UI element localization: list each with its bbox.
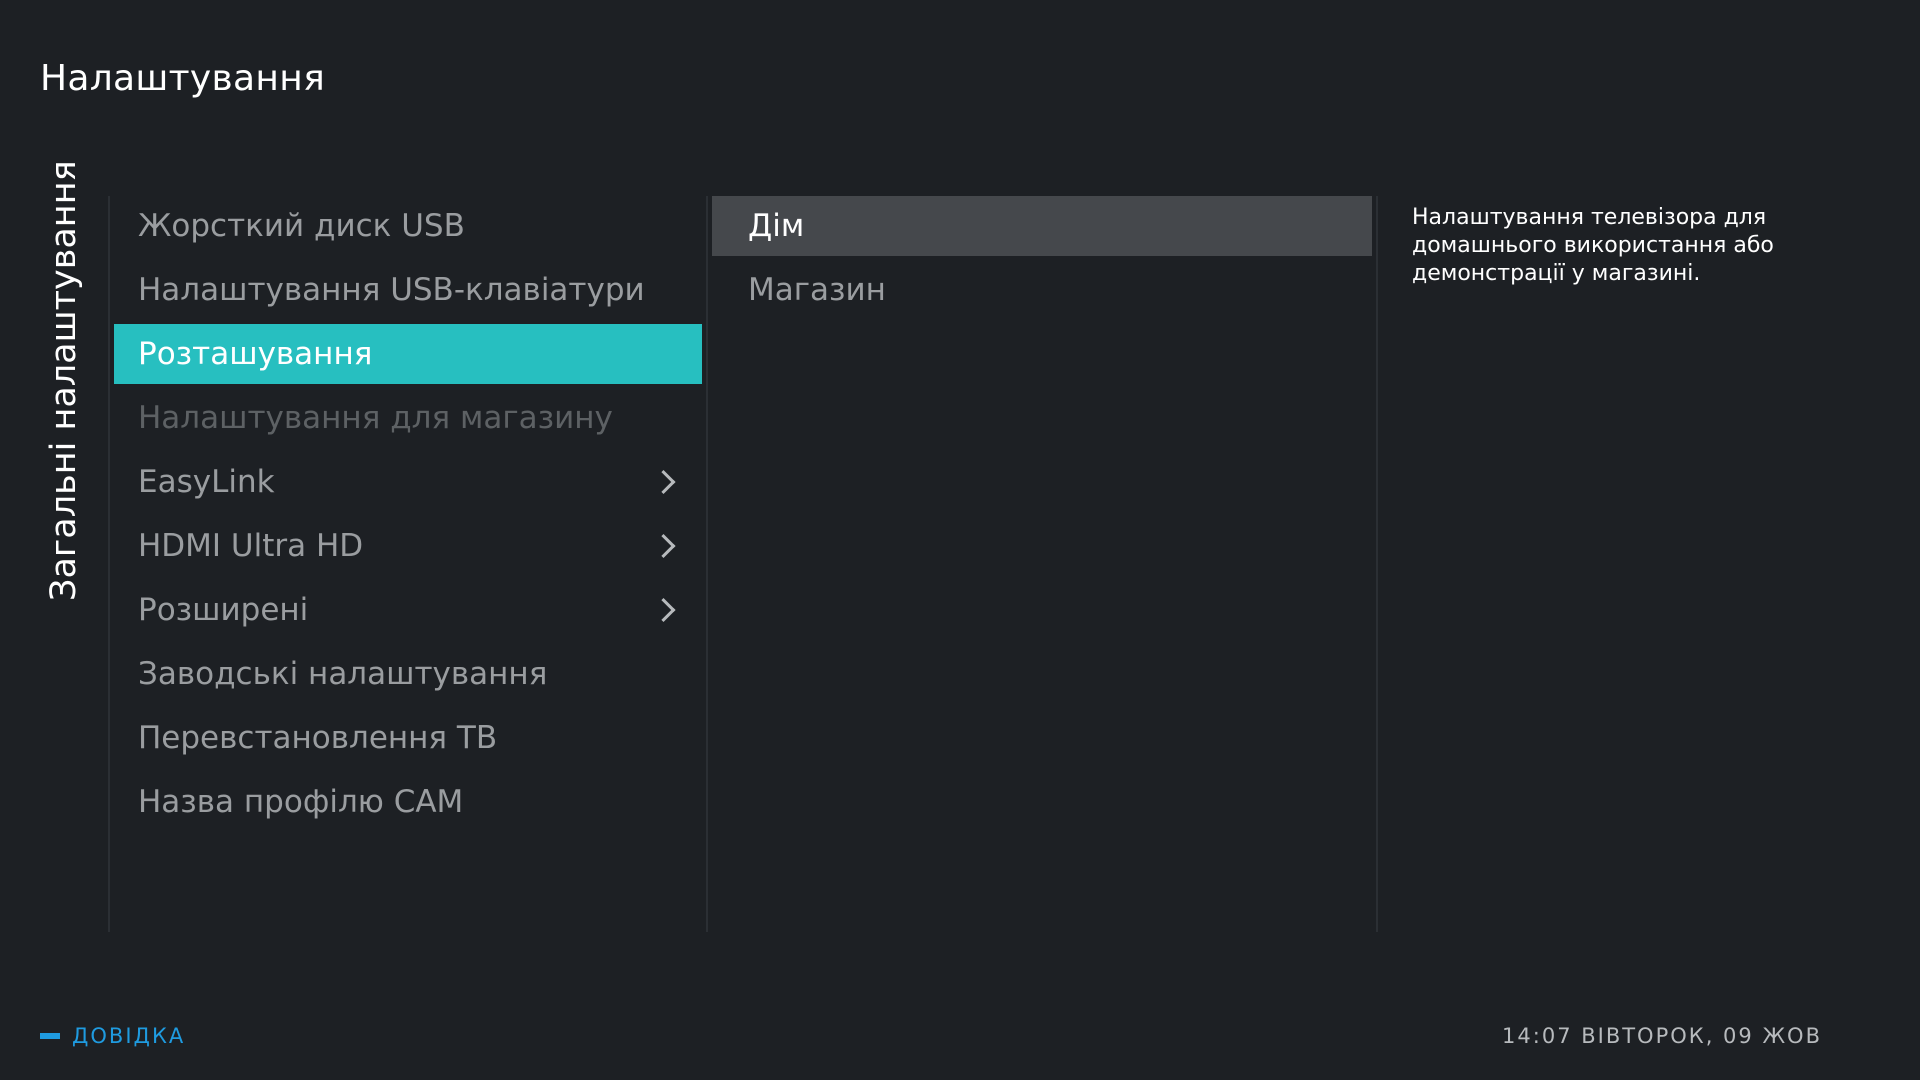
- menu-item-label: Назва профілю CAM: [138, 784, 464, 820]
- menu-item-label: EasyLink: [138, 464, 275, 500]
- menu-item-hdmi-ultra-hd[interactable]: HDMI Ultra HD: [114, 516, 702, 576]
- menu-item-advanced[interactable]: Розширені: [114, 580, 702, 640]
- menu-item-label: Налаштування для магазину: [138, 400, 613, 436]
- option-label: Дім: [748, 208, 805, 244]
- menu-item-factory-settings[interactable]: Заводські налаштування: [114, 644, 702, 704]
- divider-left: [108, 196, 110, 932]
- blue-key-icon: [40, 1033, 60, 1039]
- section-label-container: Загальні налаштування: [40, 160, 90, 606]
- menu-item-usb-hard-drive[interactable]: Жорсткий диск USB: [114, 196, 702, 256]
- menu-item-cam-profile-name[interactable]: Назва профілю CAM: [114, 772, 702, 832]
- menu-item-location[interactable]: Розташування: [114, 324, 702, 384]
- option-home[interactable]: Дім: [712, 196, 1372, 256]
- menu-item-label: Розташування: [138, 336, 373, 372]
- settings-menu: Жорсткий диск USB Налаштування USB-клаві…: [114, 196, 702, 836]
- option-shop[interactable]: Магазин: [712, 260, 1372, 320]
- menu-item-usb-keyboard[interactable]: Налаштування USB-клавіатури: [114, 260, 702, 320]
- section-label: Загальні налаштування: [44, 160, 84, 601]
- tv-settings-screen: Налаштування Загальні налаштування Жорст…: [0, 0, 1920, 1080]
- menu-item-shop-settings: Налаштування для магазину: [114, 388, 702, 448]
- menu-item-reinstall-tv[interactable]: Перевстановлення ТВ: [114, 708, 702, 768]
- menu-item-easylink[interactable]: EasyLink: [114, 452, 702, 512]
- menu-item-label: Перевстановлення ТВ: [138, 720, 498, 756]
- chevron-right-icon: [651, 533, 676, 559]
- menu-item-label: HDMI Ultra HD: [138, 528, 364, 564]
- chevron-right-icon: [651, 597, 676, 623]
- menu-item-label: Розширені: [138, 592, 309, 628]
- divider-right: [1376, 196, 1378, 932]
- chevron-right-icon: [651, 469, 676, 495]
- clock-date: 14:07 ВІВТОРОК, 09 ЖОВ: [1502, 1024, 1822, 1048]
- help-button[interactable]: ДОВІДКА: [40, 1024, 185, 1048]
- page-title: Налаштування: [40, 58, 326, 99]
- menu-item-label: Заводські налаштування: [138, 656, 548, 692]
- menu-item-label: Жорсткий диск USB: [138, 208, 465, 244]
- option-label: Магазин: [748, 272, 886, 308]
- divider-middle: [706, 196, 708, 932]
- location-options: Дім Магазин: [712, 196, 1372, 324]
- help-label: ДОВІДКА: [72, 1024, 186, 1048]
- option-description: Налаштування телевізора для домашнього в…: [1412, 205, 1774, 286]
- menu-item-label: Налаштування USB-клавіатури: [138, 272, 645, 308]
